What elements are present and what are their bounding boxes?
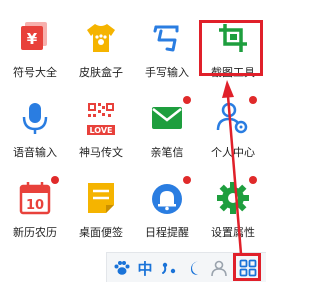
tool-shenma-transfer[interactable]: LOVE 神马传文 (68, 84, 134, 164)
tool-sticky-notes[interactable]: 桌面便签 (68, 164, 134, 244)
notification-dot (249, 96, 257, 104)
grid-icon-highlight (233, 253, 261, 281)
paw-icon[interactable] (111, 256, 133, 280)
tool-label: 语音输入 (13, 146, 57, 159)
tool-schedule-reminder[interactable]: 日程提醒 (134, 164, 200, 244)
tool-handwriting[interactable]: 手写输入 (134, 4, 200, 84)
user-settings-icon (213, 96, 257, 138)
notification-dot (183, 176, 191, 184)
tool-label: 皮肤盒子 (79, 66, 123, 79)
tool-label: 新历农历 (13, 226, 57, 239)
tool-label: 神马传文 (79, 146, 123, 159)
tshirt-paw-icon (81, 18, 121, 58)
tool-handwritten-letter[interactable]: 亲笔信 (134, 84, 200, 164)
qr-love-icon: LOVE (81, 98, 121, 138)
screenshot-tool-highlight (199, 20, 263, 76)
svg-text:LOVE: LOVE (89, 126, 112, 135)
sogou-toolbox-screen: ¥ 符号大全 皮肤盒子 手写输入 截图工具 语音输入 LOVE 神马传文 亲笔信… (0, 0, 266, 286)
tool-symbols[interactable]: ¥ 符号大全 (2, 4, 68, 84)
notification-dot (249, 176, 257, 184)
tool-label: 设置属性 (211, 226, 255, 239)
svg-text:10: 10 (26, 198, 44, 213)
tool-skins[interactable]: 皮肤盒子 (68, 4, 134, 84)
calendar-10-icon: 10 (15, 176, 59, 218)
envelope-icon (147, 96, 191, 138)
microphone-icon (15, 98, 55, 138)
tool-label: 日程提醒 (145, 226, 189, 239)
tool-calendar[interactable]: 10 新历农历 (2, 164, 68, 244)
tool-label: 桌面便签 (79, 226, 123, 239)
tool-user-center[interactable]: 个人中心 (200, 84, 266, 164)
gear-icon (213, 176, 257, 218)
notification-dot (183, 96, 191, 104)
tool-settings[interactable]: 设置属性 (200, 164, 266, 244)
tool-label: 符号大全 (13, 66, 57, 79)
tool-label: 亲笔信 (150, 146, 184, 159)
bell-icon (147, 176, 191, 218)
tool-voice-input[interactable]: 语音输入 (2, 84, 68, 164)
yen-symbol-icon: ¥ (15, 18, 55, 58)
notification-dot (51, 176, 59, 184)
tool-label: 个人中心 (211, 146, 255, 159)
punctuation-icon[interactable] (159, 256, 179, 280)
handwriting-icon (147, 18, 187, 58)
sticky-note-icon (81, 178, 121, 218)
moon-icon[interactable] (185, 256, 205, 280)
tool-label: 手写输入 (145, 66, 189, 79)
svg-text:¥: ¥ (27, 30, 38, 48)
language-toggle[interactable]: 中 (135, 256, 155, 280)
user-icon[interactable] (209, 256, 229, 280)
